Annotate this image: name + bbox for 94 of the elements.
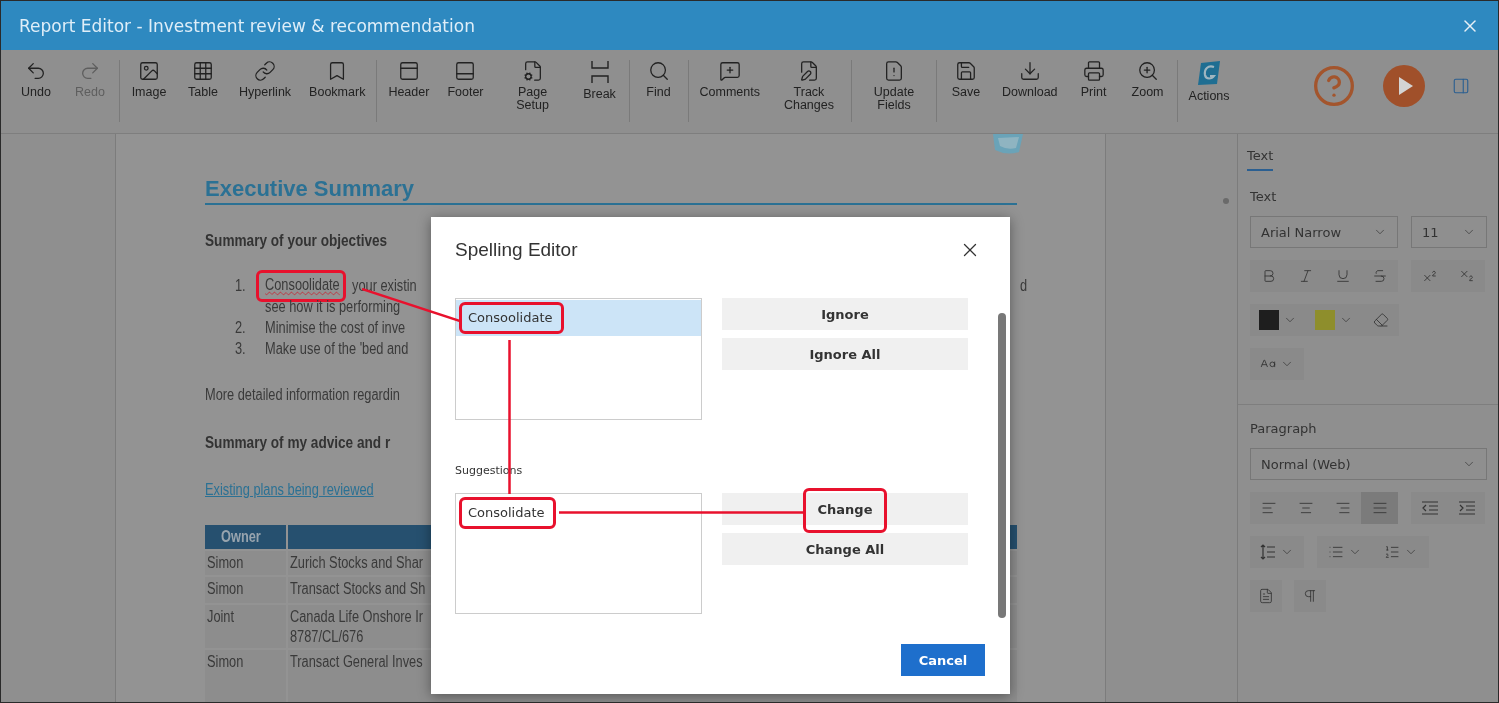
undo-arrow-icon [25, 60, 47, 82]
search-icon [647, 60, 670, 82]
eraser-icon [1372, 312, 1389, 328]
play-icon[interactable] [1382, 64, 1426, 108]
page-icon [1258, 588, 1274, 604]
list-number: 2. [235, 317, 246, 338]
toolbar-button[interactable]: Print [1066, 60, 1121, 99]
toolbar-button[interactable]: Bookmark [300, 60, 375, 99]
help-icon[interactable] [1312, 64, 1356, 108]
toolbar-button[interactable]: Comments [690, 60, 769, 99]
image-icon [138, 60, 160, 82]
align-left-icon [1260, 500, 1277, 516]
section-title: Summary of my advice and r [205, 433, 391, 453]
dialog-title: Spelling Editor [455, 239, 578, 261]
list-item[interactable]: Consolidate [456, 495, 701, 531]
toolbar-button[interactable]: Update Fields [853, 60, 934, 112]
table-cell: Zurich Stocks and Shar [290, 553, 424, 573]
toolbar-button[interactable]: Download [992, 60, 1067, 99]
toolbar-button[interactable]: Hyperlink [230, 60, 301, 99]
bullet-list-icon [1328, 544, 1344, 560]
dialog-button[interactable]: Change [722, 493, 968, 525]
list-text: Minimise the cost of inve [265, 317, 406, 338]
toolbar-button[interactable]: Page Setup [492, 60, 573, 112]
table-header: Owner [205, 525, 286, 549]
cancel-button[interactable]: Cancel [901, 644, 985, 676]
list-text: your existin [352, 275, 418, 296]
toolbar-button[interactable]: Zoom [1120, 60, 1175, 99]
dialog-button[interactable]: Change All [722, 533, 968, 565]
toolbar-button[interactable]: Save [938, 60, 993, 99]
toolbar-button[interactable]: Undo [9, 60, 63, 99]
toolbar-button[interactable]: Break [572, 60, 627, 101]
window-title: Report Editor - Investment review & recommendation [19, 15, 475, 36]
align-button[interactable] [1361, 492, 1398, 524]
toolbar-button[interactable]: Find [631, 60, 686, 99]
section-title: Summary of your objectives [205, 231, 388, 251]
list-text: see how it is performing [265, 296, 401, 317]
superscript-icon [1421, 268, 1438, 284]
handle-dot[interactable] [1223, 198, 1229, 204]
link-icon [254, 60, 277, 82]
table-cell: Transact Stocks and Sh [290, 579, 426, 599]
dialog-button[interactable]: Ignore [722, 298, 968, 330]
line-spacing-icon [1260, 544, 1276, 560]
table-cell: Simon [207, 652, 244, 672]
redo-arrow-icon [79, 60, 101, 82]
dialog-button[interactable]: Ignore All [722, 338, 968, 370]
footer-icon [454, 60, 477, 82]
style-dropdown[interactable]: Normal (Web) [1250, 448, 1487, 480]
indent-icon [1457, 500, 1476, 516]
list-item-text: Consolidate [468, 505, 545, 520]
table-cell: Simon [207, 553, 244, 573]
page-break-icon [588, 60, 611, 84]
list-number: 3. [235, 338, 246, 359]
table-cell: Transact General Inves [290, 652, 423, 672]
header-icon [397, 60, 420, 82]
pilcrow-icon [1302, 588, 1318, 604]
align-right-icon [1334, 500, 1351, 516]
panel-tab[interactable]: Text [1247, 148, 1274, 171]
grid-icon [192, 60, 214, 82]
list-number: 1. [235, 275, 246, 296]
outdent-icon [1420, 500, 1439, 516]
list-text: d [1020, 275, 1028, 296]
table-cell: Simon [207, 579, 244, 599]
paragraph-text: More detailed information regardin [205, 385, 400, 405]
download-icon [1018, 60, 1041, 82]
numbered-list-icon [1384, 544, 1400, 560]
section-label: Paragraph [1250, 421, 1318, 436]
align-justify-icon [1371, 500, 1388, 516]
comment-plus-icon [718, 60, 741, 82]
logo-icon [1196, 60, 1223, 86]
subscript-icon [1458, 268, 1475, 284]
scrollbar[interactable] [998, 313, 1006, 618]
list-text: Make use of the 'bed and [265, 338, 409, 359]
misspelled-word: Consoolidate [265, 274, 340, 295]
toolbar-button[interactable]: Image [122, 60, 176, 99]
font-dropdown[interactable]: Arial Narrow [1250, 216, 1398, 248]
table-cell: Canada Life Onshore Ir 8787/CL/676 [290, 607, 424, 647]
toolbar-button[interactable]: Header [379, 60, 439, 99]
save-icon [954, 60, 977, 82]
zoom-in-icon [1136, 60, 1159, 82]
underline-icon [1334, 268, 1351, 284]
document-heading: Executive Summary [205, 176, 1017, 205]
toolbar-button[interactable]: Footer [438, 60, 493, 99]
size-dropdown[interactable]: 11 [1411, 216, 1487, 248]
section-label: Text [1250, 189, 1278, 204]
toolbar-button[interactable]: Table [176, 60, 230, 99]
strikethrough-icon [1371, 268, 1388, 284]
printer-icon [1082, 60, 1105, 82]
align-center-icon [1297, 500, 1314, 516]
list-item-text: Consoolidate [468, 310, 553, 325]
toolbar-button[interactable]: Actions [1179, 60, 1239, 103]
panel-toggle-icon[interactable] [1452, 77, 1470, 95]
table-cell: Joint [207, 607, 235, 627]
list-item[interactable]: Consoolidate [456, 300, 701, 336]
toolbar-button[interactable]: Track Changes [768, 60, 849, 112]
